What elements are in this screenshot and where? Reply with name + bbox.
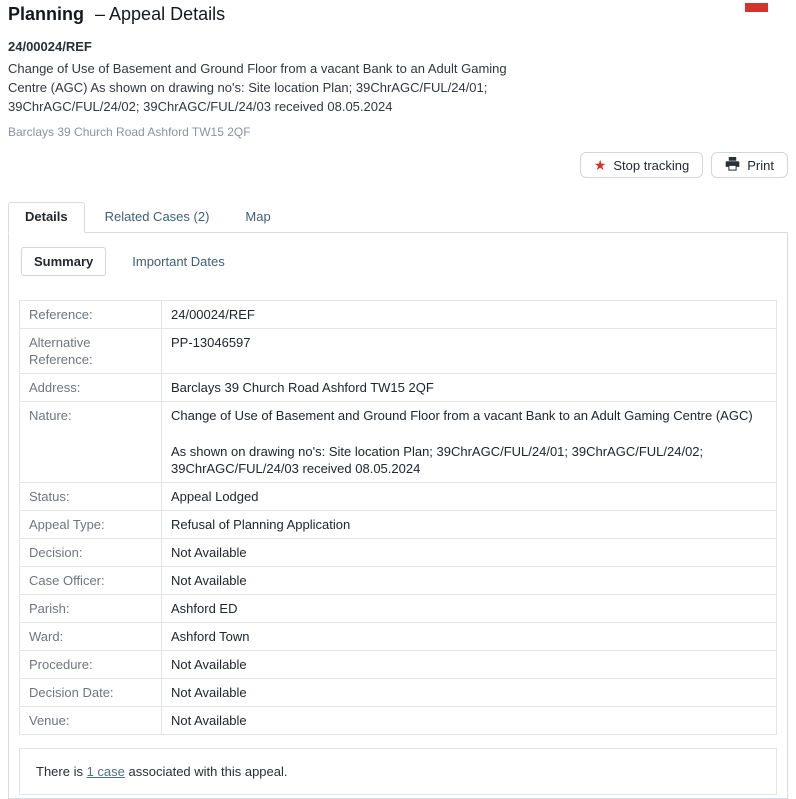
tab-related-cases[interactable]: Related Cases (2) xyxy=(89,203,226,232)
subtab-summary[interactable]: Summary xyxy=(21,247,106,276)
printer-icon xyxy=(725,157,740,174)
red-marker xyxy=(745,3,768,12)
action-toolbar: ★ Stop tracking Print xyxy=(0,152,788,178)
table-row-reference: Reference: 24/00024/REF xyxy=(20,301,777,329)
tab-details[interactable]: Details xyxy=(8,202,85,233)
row-label: Decision: xyxy=(20,539,162,567)
row-label: Address: xyxy=(20,374,162,402)
row-value: PP-13046597 xyxy=(162,329,777,374)
row-label: Venue: xyxy=(20,707,162,735)
subtab-bar: Summary Important Dates xyxy=(21,247,777,276)
subtab-important-dates[interactable]: Important Dates xyxy=(120,248,237,275)
table-row-procedure: Procedure: Not Available xyxy=(20,651,777,679)
tab-map[interactable]: Map xyxy=(229,203,286,232)
case-address: Barclays 39 Church Road Ashford TW15 2QF xyxy=(8,125,788,139)
row-label: Decision Date: xyxy=(20,679,162,707)
table-row-address: Address: Barclays 39 Church Road Ashford… xyxy=(20,374,777,402)
row-label: Alternative Reference: xyxy=(20,329,162,374)
row-value: Barclays 39 Church Road Ashford TW15 2QF xyxy=(162,374,777,402)
page-header: Planning – Appeal Details 24/00024/REF C… xyxy=(0,0,796,139)
stop-tracking-label: Stop tracking xyxy=(613,158,689,173)
row-label: Ward: xyxy=(20,623,162,651)
case-description: Change of Use of Basement and Ground Flo… xyxy=(8,59,540,116)
table-row-ward: Ward: Ashford Town xyxy=(20,623,777,651)
case-reference-heading: 24/00024/REF xyxy=(8,39,788,54)
table-row-case-officer: Case Officer: Not Available xyxy=(20,567,777,595)
row-label: Appeal Type: xyxy=(20,511,162,539)
row-label: Procedure: xyxy=(20,651,162,679)
row-label: Nature: xyxy=(20,402,162,483)
row-value: Appeal Lodged xyxy=(162,483,777,511)
page-title-section: – Appeal Details xyxy=(95,4,225,24)
table-row-venue: Venue: Not Available xyxy=(20,707,777,735)
page-title: Planning – Appeal Details xyxy=(8,2,788,26)
row-value: Not Available xyxy=(162,707,777,735)
row-value: Not Available xyxy=(162,539,777,567)
row-label: Reference: xyxy=(20,301,162,329)
row-value: Not Available xyxy=(162,651,777,679)
row-value: Ashford ED xyxy=(162,595,777,623)
note-text-after: associated with this appeal. xyxy=(125,764,288,779)
table-row-decision: Decision: Not Available xyxy=(20,539,777,567)
tab-bar: Details Related Cases (2) Map xyxy=(8,203,788,233)
row-label: Case Officer: xyxy=(20,567,162,595)
row-label: Parish: xyxy=(20,595,162,623)
note-text-before: There is xyxy=(36,764,87,779)
details-panel: Summary Important Dates Reference: 24/00… xyxy=(8,233,788,799)
print-label: Print xyxy=(747,158,774,173)
print-button[interactable]: Print xyxy=(711,152,788,178)
row-value: Change of Use of Basement and Ground Flo… xyxy=(162,402,777,483)
table-row-status: Status: Appeal Lodged xyxy=(20,483,777,511)
stop-tracking-button[interactable]: ★ Stop tracking xyxy=(580,152,703,178)
details-table: Reference: 24/00024/REF Alternative Refe… xyxy=(19,300,777,735)
nature-paragraph-1: Change of Use of Basement and Ground Flo… xyxy=(171,407,767,424)
nature-paragraph-2: As shown on drawing no's: Site location … xyxy=(171,443,767,477)
row-value: Ashford Town xyxy=(162,623,777,651)
associated-case-note: There is 1 case associated with this app… xyxy=(19,748,777,795)
table-row-appeal-type: Appeal Type: Refusal of Planning Applica… xyxy=(20,511,777,539)
star-icon: ★ xyxy=(594,158,607,172)
row-label: Status: xyxy=(20,483,162,511)
table-row-parish: Parish: Ashford ED xyxy=(20,595,777,623)
table-row-alternative-reference: Alternative Reference: PP-13046597 xyxy=(20,329,777,374)
row-value: Not Available xyxy=(162,567,777,595)
page-title-module: Planning xyxy=(8,4,84,24)
associated-case-link[interactable]: 1 case xyxy=(87,764,125,779)
table-row-nature: Nature: Change of Use of Basement and Gr… xyxy=(20,402,777,483)
row-value: Not Available xyxy=(162,679,777,707)
table-row-decision-date: Decision Date: Not Available xyxy=(20,679,777,707)
row-value: 24/00024/REF xyxy=(162,301,777,329)
details-card: Details Related Cases (2) Map Summary Im… xyxy=(8,203,788,799)
row-value: Refusal of Planning Application xyxy=(162,511,777,539)
